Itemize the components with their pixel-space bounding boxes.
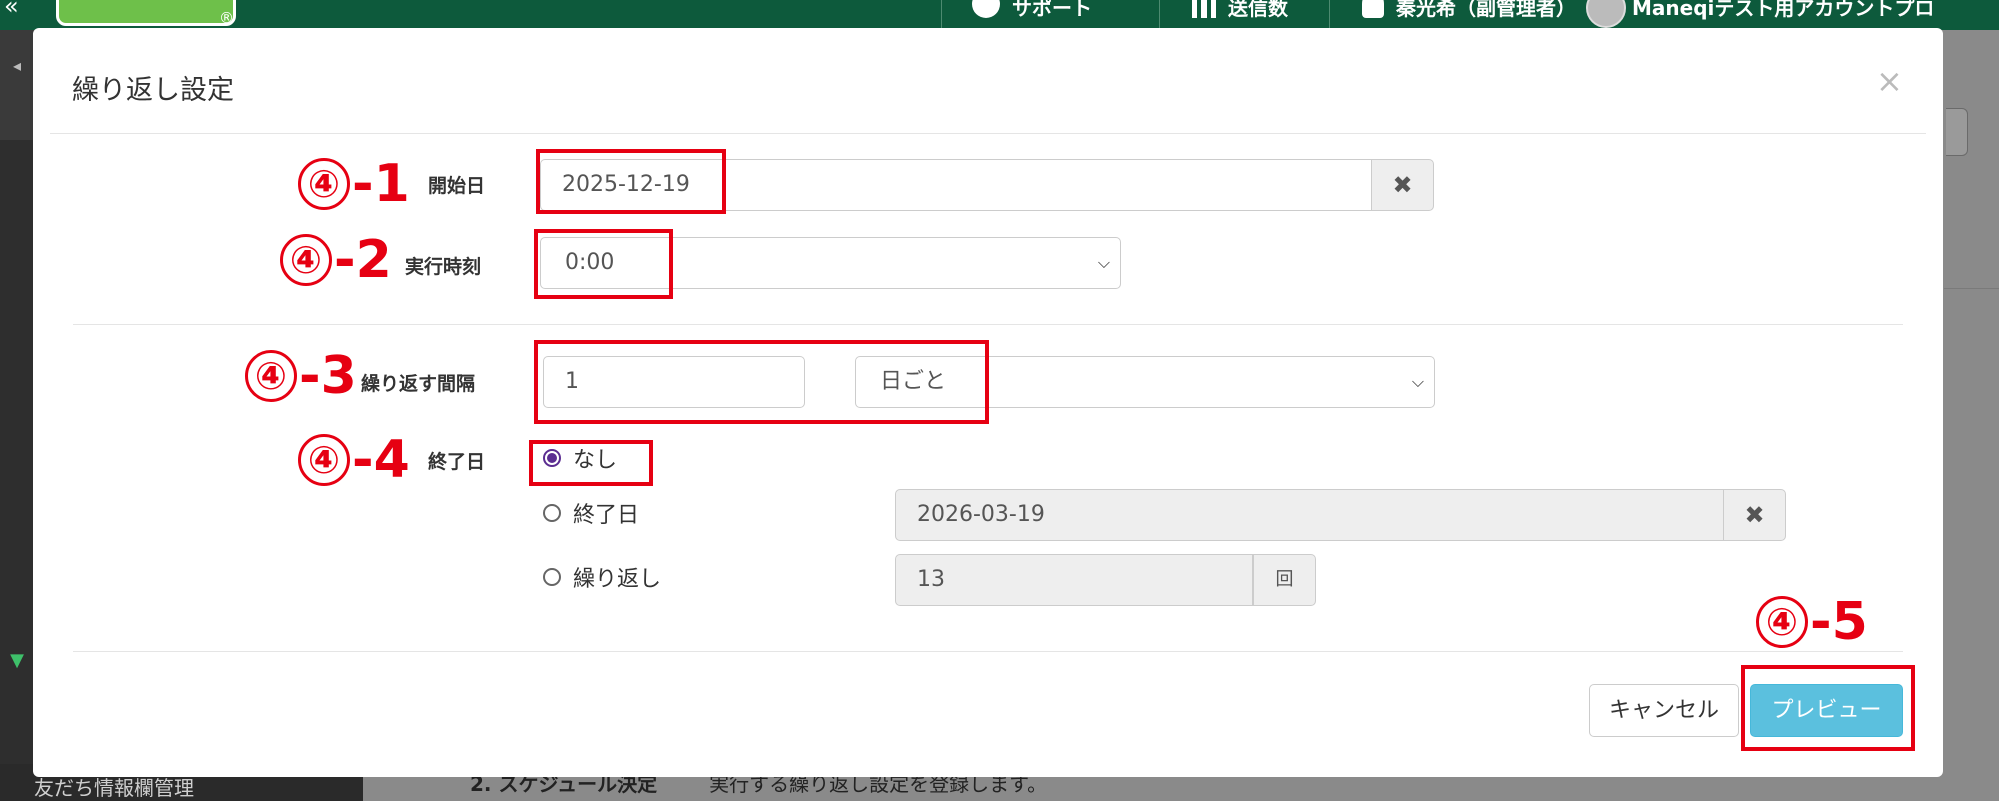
- annotation-label-3: ④ -3: [245, 350, 357, 402]
- start-date-clear-button[interactable]: ✖: [1371, 159, 1434, 211]
- annotation-suffix: -5: [1810, 592, 1868, 652]
- end-option-count-label: 繰り返し: [573, 567, 662, 592]
- annotation-box-5: [1741, 665, 1915, 751]
- bar-chart-icon: [1192, 0, 1216, 18]
- nav-support-label: サポート: [1012, 0, 1092, 20]
- nav-support[interactable]: サポート: [941, 0, 1159, 30]
- end-option-count[interactable]: 繰り返し: [543, 561, 661, 593]
- annotation-label-2: ④ -2: [280, 234, 392, 286]
- circle-digit: ④: [298, 434, 350, 486]
- modal-title: 繰り返し設定: [72, 75, 234, 106]
- avatar: [1586, 0, 1626, 28]
- chevron-down-icon: ⌵: [1097, 253, 1110, 272]
- end-date-clear-button[interactable]: ✖: [1723, 489, 1786, 541]
- exec-time-label: 実行時刻: [405, 256, 482, 278]
- megaphone-icon: ◂: [12, 56, 22, 75]
- logo-registered-mark: ®: [219, 9, 234, 27]
- circle-digit: ④: [1756, 596, 1808, 648]
- annotation-box-3: [534, 340, 989, 424]
- annotation-suffix: -1: [352, 154, 410, 214]
- app-logo[interactable]: [56, 0, 236, 26]
- nav-sent-count[interactable]: 送信数: [1159, 0, 1329, 30]
- annotation-box-1: [536, 149, 726, 214]
- nav-sent-label: 送信数: [1228, 0, 1288, 20]
- repeat-count-unit: 回: [1253, 554, 1316, 606]
- nav-user-label: 秦光希（副管理者）: [1396, 0, 1576, 20]
- filter-icon: ▼: [10, 650, 24, 671]
- annotation-label-5: ④ -5: [1756, 596, 1868, 648]
- nav-user-menu[interactable]: 秦光希（副管理者） Maneqiテスト用アカウントプロ: [1329, 0, 1999, 30]
- annotation-box-2: [534, 229, 673, 299]
- annotation-label-1: ④ -1: [298, 158, 410, 210]
- nav-account-label: Maneqiテスト用アカウントプロ: [1632, 0, 1935, 20]
- end-option-date[interactable]: 終了日: [543, 497, 639, 529]
- circle-digit: ④: [298, 158, 350, 210]
- circle-digit: ④: [280, 234, 332, 286]
- background-divider: [1944, 288, 1999, 289]
- close-icon[interactable]: ×: [1876, 62, 1903, 100]
- annotation-suffix: -3: [299, 346, 357, 406]
- repeat-count-input[interactable]: 13: [895, 554, 1253, 606]
- cancel-button[interactable]: キャンセル: [1589, 684, 1739, 737]
- sidebar-collapse-icon[interactable]: «: [4, 0, 19, 20]
- annotation-label-4: ④ -4: [298, 434, 410, 486]
- interval-label: 繰り返す間隔: [361, 373, 476, 395]
- section-divider: [73, 324, 1903, 325]
- footer-divider: [73, 651, 1903, 652]
- chevron-down-icon: ⌵: [1411, 372, 1424, 391]
- start-date-label: 開始日: [428, 175, 486, 197]
- user-icon: [1362, 0, 1384, 18]
- end-date-input[interactable]: 2026-03-19: [895, 489, 1729, 541]
- background-dropdown: [1946, 108, 1968, 156]
- modal-header-divider: [50, 133, 1926, 134]
- circle-digit: ④: [245, 350, 297, 402]
- end-date-label: 終了日: [428, 451, 486, 473]
- sidebar-rail: [0, 30, 34, 140]
- help-icon: [972, 0, 1000, 18]
- end-option-date-label: 終了日: [573, 503, 640, 528]
- annotation-suffix: -2: [334, 230, 392, 290]
- annotation-box-4: [529, 440, 653, 486]
- radio-end-date[interactable]: [543, 504, 561, 522]
- radio-repeat-count[interactable]: [543, 568, 561, 586]
- annotation-suffix: -4: [352, 430, 410, 490]
